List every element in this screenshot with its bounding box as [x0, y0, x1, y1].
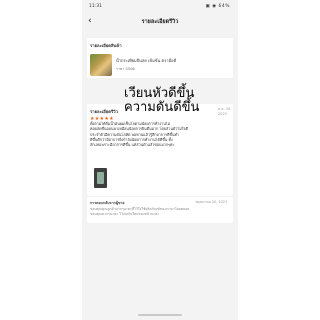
phone-screen: 11:31 ▣ ◉ 64% ‹ รายละเอียดรีวิว รายละเอี…: [82, 0, 238, 320]
review-text-line: สักเลยเพราะมีอาการดีขึ้น แต่ส่วนตัวแล้วช…: [90, 143, 175, 148]
product-name: น้ำกระเทียมจีนสด เข้มข้น ตรามือดี: [116, 58, 177, 63]
overlay-caption-line2: ความดันดีขึ้น: [124, 100, 200, 115]
product-thumbnail[interactable]: [90, 54, 112, 76]
seller-reply-title: การตอบกลับจากผู้ขาย: [90, 201, 125, 205]
product-bottle-image: [97, 172, 104, 184]
status-time: 11:31: [89, 4, 102, 9]
seller-reply-text: ขอบคุณคุณลูกค้ามากๆนะคะที่ไว้ใจใช้ผลิตภั…: [90, 207, 230, 216]
status-bar: 11:31 ▣ ◉ 64%: [82, 0, 238, 14]
review-text: ทั้งตามได้ดื่มน้ำมันผมเซ็นโจตามน้อยการทำ…: [90, 122, 230, 148]
review-photo[interactable]: [94, 168, 107, 188]
home-indicator: [138, 314, 182, 316]
page-title: รายละเอียดรีวิว: [141, 19, 179, 25]
app-bar: ‹ รายละเอียดรีวิว: [82, 14, 238, 30]
seller-reply-line: ขอบคุณมากๆนะคะ ไว้เจอกันใหม่รอบหน้านะคะ: [90, 211, 160, 216]
product-price: ราคา 550฿: [116, 67, 135, 71]
review-section-title: รายละเอียดรีวิว: [90, 109, 118, 114]
product-section-title: รายละเอียดสินค้า: [90, 43, 122, 48]
status-icons: ▣ ◉ 64%: [205, 4, 230, 9]
review-date: ส.ค. 30, 2023: [218, 107, 232, 116]
seller-reply-date: พฤษภาคม 20, 2023: [195, 200, 227, 204]
